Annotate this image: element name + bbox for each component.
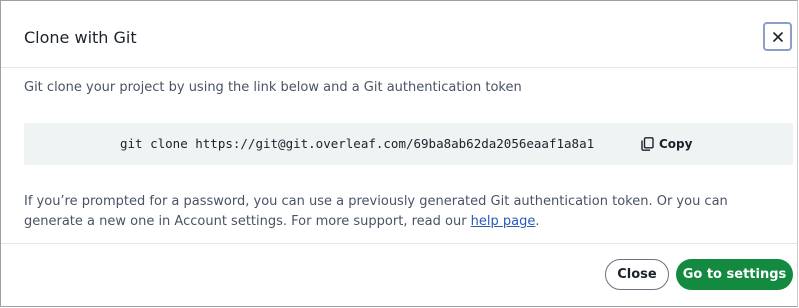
intro-text: Git clone your project by using the link… (24, 80, 522, 95)
help-paragraph: If you’re prompted for a password, you c… (24, 192, 784, 232)
go-to-settings-button[interactable]: Go to settings (676, 259, 793, 290)
dialog-close-button[interactable] (763, 22, 792, 51)
close-icon (772, 31, 783, 42)
clone-command[interactable]: git clone https://git@git.overleaf.com/6… (120, 135, 594, 153)
copy-label: Copy (659, 137, 693, 151)
help-text-before: If you’re prompted for a password, you c… (24, 194, 728, 229)
help-page-link[interactable]: help page (471, 214, 536, 229)
copy-icon (641, 137, 654, 151)
clone-command-box: git clone https://git@git.overleaf.com/6… (24, 123, 793, 165)
copy-button[interactable]: Copy (641, 133, 692, 155)
close-button[interactable]: Close (605, 259, 669, 290)
dialog-header: Clone with Git (1, 1, 797, 68)
dialog-title: Clone with Git (24, 28, 137, 47)
dialog-footer: Close Go to settings (1, 243, 797, 308)
help-text-after: . (535, 214, 540, 229)
clone-with-git-dialog: Clone with Git Git clone your project by… (0, 0, 798, 307)
